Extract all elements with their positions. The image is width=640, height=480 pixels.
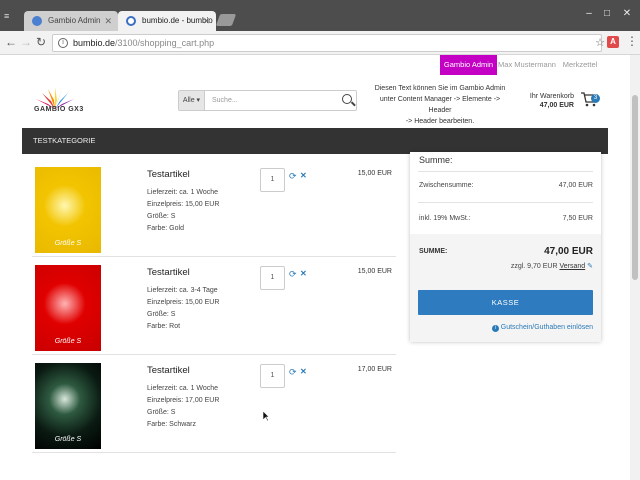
logo-text: GAMBIO GX3 [34, 106, 84, 113]
product-image[interactable]: Größe S [35, 167, 101, 253]
total-label: SUMME: [419, 248, 448, 255]
refresh-icon[interactable]: ⟳ [289, 367, 297, 378]
shipping-info: zzgl. 9,70 EUR Versand ✎ [510, 263, 593, 270]
page-scrollbar[interactable] [630, 55, 640, 480]
forward-icon[interactable]: → [19, 35, 33, 49]
remove-icon[interactable]: ✕ [300, 269, 307, 278]
divider [418, 171, 593, 172]
product-name[interactable]: Testartikel [147, 267, 190, 278]
quantity-input[interactable]: 1 [260, 168, 285, 192]
bookmark-star-icon[interactable]: ☆ [595, 36, 605, 49]
minimize-icon[interactable]: – [582, 8, 596, 20]
voucher-link[interactable]: i Gutschein/Guthaben einlösen [491, 324, 593, 332]
cart-label: Ihr Warenkorb [529, 93, 574, 100]
divider [418, 202, 593, 203]
back-icon[interactable]: ← [4, 35, 18, 49]
product-details: Lieferzeit: ca. 3-4 Tage Einzelpreis: 15… [147, 287, 220, 330]
remove-icon[interactable]: ✕ [300, 367, 307, 376]
close-tab-icon[interactable]: ✕ [202, 11, 210, 31]
cart-item: Größe S Testartikel Lieferzeit: ca. 1 Wo… [32, 160, 396, 257]
total-value: 47,00 EUR [544, 246, 593, 257]
scroll-thumb[interactable] [632, 95, 638, 280]
tax-row: inkl. 19% MwSt.: 7,50 EUR [419, 215, 593, 222]
tab-bumbio[interactable]: bumbio.de - bumbio ✕ [118, 11, 216, 31]
product-details: Lieferzeit: ca. 1 Woche Einzelpreis: 15,… [147, 189, 220, 232]
product-image[interactable]: Größe S [35, 363, 101, 449]
item-price: 15,00 EUR [357, 268, 392, 275]
item-price: 15,00 EUR [357, 170, 392, 177]
search-category-select[interactable]: Alle ▾ [179, 91, 205, 110]
close-window-icon[interactable]: ✕ [620, 8, 634, 20]
subtotal-row: Zwischensumme: 47,00 EUR [419, 182, 593, 189]
cart-item: Größe S Testartikel Lieferzeit: ca. 1 Wo… [32, 356, 396, 453]
header-note: Diesen Text können Sie im Gambio Admin u… [374, 85, 506, 125]
new-tab-button[interactable] [215, 14, 237, 26]
summary-title: Summe: [419, 155, 453, 165]
topnav-wishlist[interactable]: Merkzettel [558, 55, 602, 75]
refresh-icon[interactable]: ⟳ [289, 171, 297, 182]
maximize-icon[interactable]: □ [600, 8, 614, 20]
shop-page: Gambio Admin Max Mustermann Merkzettel G… [0, 55, 630, 480]
remove-icon[interactable]: ✕ [300, 171, 307, 180]
bumbio-favicon-icon [126, 16, 136, 26]
browser-menu-icon[interactable]: ⋮ [626, 34, 638, 48]
mouse-cursor-icon [262, 410, 270, 422]
product-name[interactable]: Testartikel [147, 365, 190, 376]
cart-item: Größe S Testartikel Lieferzeit: ca. 3-4 … [32, 258, 396, 355]
search-icon[interactable] [342, 94, 352, 104]
search-input[interactable]: Suche... [212, 91, 238, 110]
gambio-favicon-icon [32, 16, 42, 26]
refresh-icon[interactable]: ⟳ [289, 269, 297, 280]
extension-icon[interactable]: A [607, 36, 619, 48]
tab-title: Gambio Admin [48, 16, 101, 25]
product-image[interactable]: Größe S [35, 265, 101, 351]
tab-gambio-admin[interactable]: Gambio Admin ✕ [24, 11, 118, 31]
item-price: 17,00 EUR [357, 366, 392, 373]
info-icon[interactable]: i [58, 38, 68, 48]
quantity-input[interactable]: 1 [260, 266, 285, 290]
topnav-user[interactable]: Max Mustermann [498, 55, 556, 75]
address-bar[interactable]: i bumbio.de/3100/shopping_cart.php ☆ [52, 34, 605, 52]
shipping-link[interactable]: Versand [559, 263, 585, 270]
quantity-input[interactable]: 1 [260, 364, 285, 388]
edit-pencil-icon[interactable]: ✎ [587, 263, 593, 270]
url-text: bumbio.de/3100/shopping_cart.php [73, 38, 215, 48]
browser-tab-bar: ≡ Gambio Admin ✕ bumbio.de - bumbio ✕ – … [0, 0, 640, 31]
order-summary: Summe: Zwischensumme: 47,00 EUR inkl. 19… [410, 152, 601, 342]
cart-total: 47,00 EUR [539, 102, 574, 109]
info-circle-icon: i [491, 325, 499, 332]
search-form: Alle ▾ Suche... [178, 90, 357, 111]
cart-summary[interactable]: Ihr Warenkorb 47,00 EUR [520, 92, 574, 110]
topnav-gambio-admin[interactable]: Gambio Admin [440, 55, 497, 75]
reload-icon[interactable]: ↻ [34, 35, 48, 49]
browser-toolbar: ← → ↻ i bumbio.de/3100/shopping_cart.php… [0, 31, 640, 55]
app-menu-icon[interactable]: ≡ [4, 11, 14, 21]
product-details: Lieferzeit: ca. 1 Woche Einzelpreis: 17,… [147, 385, 220, 428]
product-name[interactable]: Testartikel [147, 169, 190, 180]
cart-count-badge: 3 [591, 94, 600, 103]
close-tab-icon[interactable]: ✕ [104, 11, 112, 31]
checkout-button[interactable]: KASSE [418, 290, 593, 315]
category-nav-testkategorie[interactable]: TESTKATEGORIE [22, 128, 608, 154]
